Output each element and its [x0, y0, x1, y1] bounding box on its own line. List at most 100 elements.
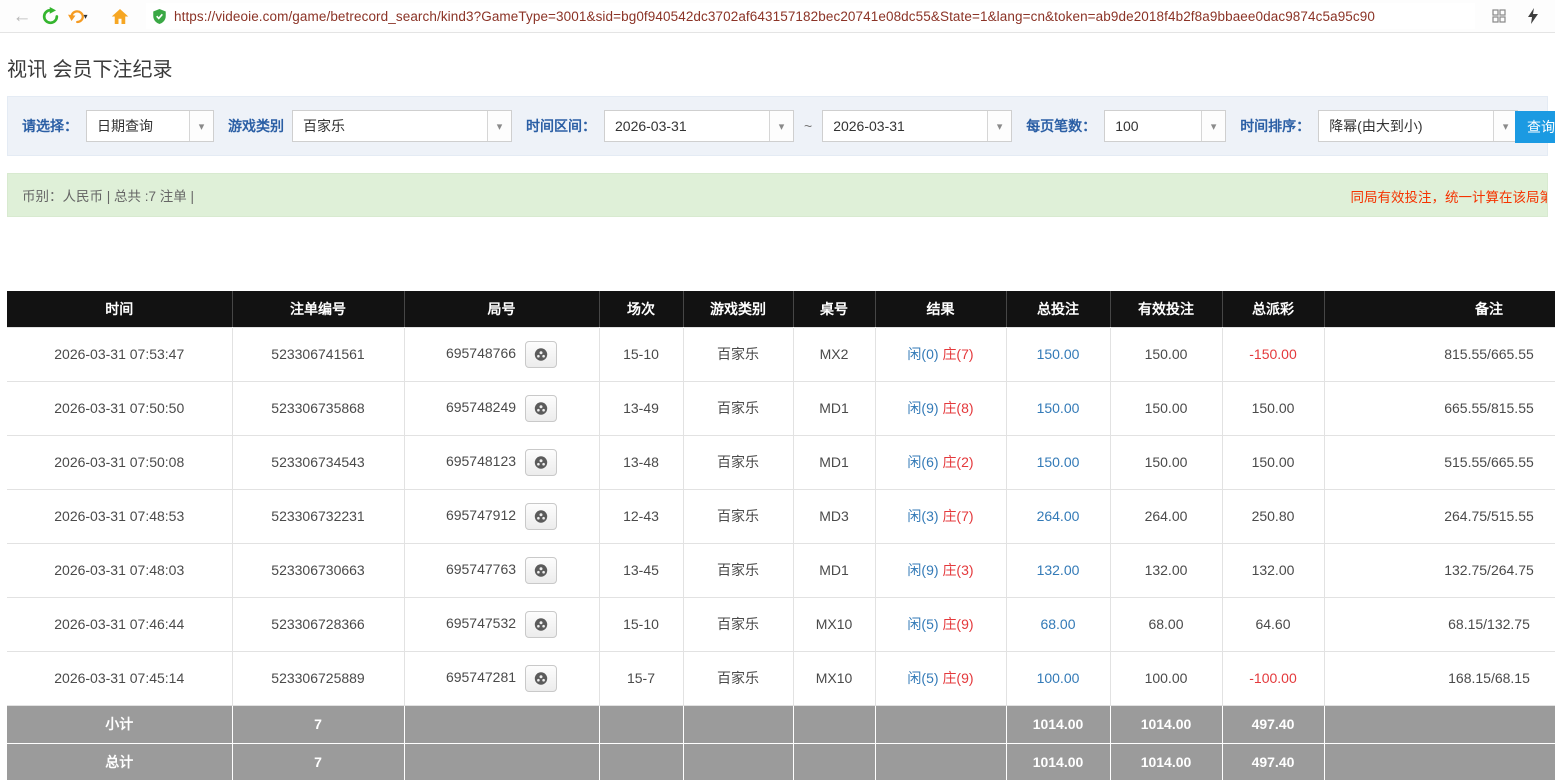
cell-table: MX10 [792, 596, 876, 652]
cell-game-type: 百家乐 [682, 650, 794, 706]
cell-result: 闲(9) 庄(3) [874, 542, 1007, 598]
col-header-total-bet: 总投注 [1006, 291, 1111, 327]
undo-dropdown-icon: ▾ [83, 11, 88, 21]
game-record-button[interactable] [525, 502, 558, 530]
table-row: 2026-03-31 07:50:08 523306734543 6957481… [7, 434, 1555, 490]
undo-button[interactable]: ▾ [66, 4, 90, 28]
result-player: 闲(9) [907, 400, 939, 416]
subtotal-valid-bet: 1014.00 [1109, 704, 1223, 744]
result-banker: 庄(2) [942, 454, 974, 470]
cell-bet-id: 523306730663 [231, 542, 405, 598]
game-record-button[interactable] [525, 664, 558, 692]
date-mode-label: 请选择： [22, 118, 78, 134]
result-player: 闲(6) [907, 454, 939, 470]
result-banker: 庄(7) [942, 508, 974, 524]
result-player: 闲(5) [907, 616, 939, 632]
cell-round: 695747281 [403, 650, 600, 706]
address-bar[interactable]: https://videoie.com/game/betrecord_searc… [146, 3, 1475, 29]
game-record-button[interactable] [525, 610, 558, 638]
total-bet-link[interactable]: 264.00 [1037, 508, 1080, 524]
cell-payout: 150.00 [1221, 434, 1325, 490]
cell-payout: 150.00 [1221, 380, 1325, 436]
result-banker: 庄(7) [942, 346, 974, 362]
game-ball-icon [534, 401, 548, 415]
sort-order-label: 时间排序： [1240, 118, 1311, 134]
cell-total-bet: 264.00 [1005, 488, 1111, 544]
cell-bet-id: 523306732231 [231, 488, 405, 544]
cell-session: 12-43 [598, 488, 684, 544]
col-header-round: 局号 [404, 291, 600, 327]
home-icon [111, 8, 129, 24]
total-bet-link[interactable]: 132.00 [1037, 562, 1080, 578]
cell-time: 2026-03-31 07:53:47 [7, 326, 233, 382]
cell-table: MD1 [792, 542, 876, 598]
cell-round: 695748123 [403, 434, 600, 490]
cell-valid-bet: 68.00 [1109, 596, 1223, 652]
game-record-button[interactable] [525, 448, 558, 476]
game-type-label: 游戏类别 [228, 118, 284, 134]
cell-time: 2026-03-31 07:48:53 [7, 488, 233, 544]
grid-icon [1492, 9, 1506, 23]
game-type-select[interactable]: 百家乐 ▾ [292, 110, 512, 142]
table-header-row: 时间 注单编号 局号 场次 游戏类别 桌号 结果 总投注 有效投注 总派彩 备注 [7, 291, 1555, 327]
date-to-input[interactable]: 2026-03-31 ▾ [822, 110, 1013, 142]
cell-valid-bet: 150.00 [1109, 326, 1223, 382]
back-icon: ← [12, 5, 32, 27]
cell-table: MD1 [792, 434, 876, 490]
result-player: 闲(5) [907, 670, 939, 686]
subtotal-payout: 497.40 [1221, 704, 1325, 744]
total-bet-link[interactable]: 68.00 [1040, 616, 1075, 632]
cell-table: MX2 [792, 326, 876, 382]
boost-button[interactable] [1521, 4, 1545, 28]
cell-game-type: 百家乐 [682, 434, 794, 490]
total-bet-link[interactable]: 150.00 [1037, 346, 1080, 362]
cell-total-bet: 150.00 [1005, 434, 1111, 490]
date-range-tilde: ~ [804, 118, 813, 134]
cell-game-type: 百家乐 [682, 488, 794, 544]
date-mode-select[interactable]: 日期查询 ▾ [86, 110, 214, 142]
subtotal-row: 小计 7 1014.00 1014.00 497.40 [7, 704, 1555, 744]
cell-round: 695747763 [403, 542, 600, 598]
page-size-select[interactable]: 100 ▾ [1104, 110, 1227, 142]
col-header-payout: 总派彩 [1222, 291, 1325, 327]
cell-bet-id: 523306735868 [231, 380, 405, 436]
game-record-button[interactable] [525, 394, 558, 422]
bet-table-container: 时间 注单编号 局号 场次 游戏类别 桌号 结果 总投注 有效投注 总派彩 备注… [7, 291, 1555, 780]
col-header-valid-bet: 有效投注 [1110, 291, 1223, 327]
cell-note: 264.75/515.55 [1323, 488, 1555, 544]
extensions-grid-button[interactable] [1487, 4, 1511, 28]
subtotal-count: 7 [231, 704, 405, 744]
col-header-bet-id: 注单编号 [232, 291, 405, 327]
cell-table: MD3 [792, 488, 876, 544]
total-bet-link[interactable]: 150.00 [1037, 400, 1080, 416]
cell-total-bet: 68.00 [1005, 596, 1111, 652]
game-record-button[interactable] [525, 340, 558, 368]
table-row: 2026-03-31 07:48:53 523306732231 6957479… [7, 488, 1555, 544]
search-button[interactable]: 查询 [1515, 111, 1555, 143]
cell-game-type: 百家乐 [682, 326, 794, 382]
date-from-input[interactable]: 2026-03-31 ▾ [604, 110, 794, 142]
back-button[interactable]: ← [10, 4, 34, 28]
cell-bet-id: 523306728366 [231, 596, 405, 652]
subtotal-total-bet: 1014.00 [1005, 704, 1111, 744]
reload-button[interactable] [38, 4, 62, 28]
cell-game-type: 百家乐 [682, 380, 794, 436]
cell-session: 15-10 [598, 596, 684, 652]
total-payout: 497.40 [1221, 742, 1325, 780]
total-bet-link[interactable]: 150.00 [1037, 454, 1080, 470]
cell-round: 695748766 [403, 326, 600, 382]
total-bet-link[interactable]: 100.00 [1037, 670, 1080, 686]
game-record-button[interactable] [525, 556, 558, 584]
home-button[interactable] [108, 4, 132, 28]
cell-round: 695748249 [403, 380, 600, 436]
cell-total-bet: 100.00 [1005, 650, 1111, 706]
total-total-bet: 1014.00 [1005, 742, 1111, 780]
total-count: 7 [231, 742, 405, 780]
url-text[interactable]: https://videoie.com/game/betrecord_searc… [174, 9, 1375, 24]
cell-valid-bet: 150.00 [1109, 380, 1223, 436]
cell-session: 13-49 [598, 380, 684, 436]
sort-order-select[interactable]: 降幂(由大到小) ▾ [1318, 110, 1519, 142]
cell-note: 815.55/665.55 [1323, 326, 1555, 382]
cell-session: 13-45 [598, 542, 684, 598]
result-banker: 庄(9) [942, 616, 974, 632]
